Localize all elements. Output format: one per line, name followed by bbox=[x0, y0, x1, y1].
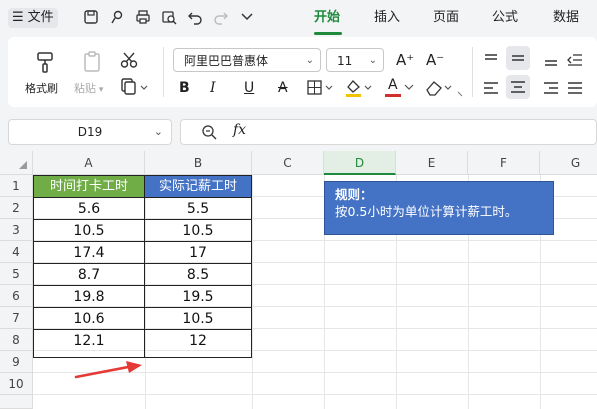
ribbon-divider bbox=[163, 47, 164, 97]
tab-insert[interactable]: 插入 bbox=[374, 10, 400, 26]
table-cell-a[interactable]: 19.8 bbox=[33, 285, 145, 308]
paste-icon[interactable] bbox=[80, 50, 104, 74]
gridline bbox=[252, 175, 253, 409]
format-painter-label[interactable]: 格式刷 bbox=[25, 80, 58, 96]
formula-bar[interactable]: fx bbox=[180, 119, 597, 145]
column-header-a[interactable]: A bbox=[33, 151, 145, 175]
ribbon-divider bbox=[472, 47, 473, 97]
name-box-value: D19 bbox=[77, 125, 103, 139]
column-header-f[interactable]: F bbox=[468, 151, 540, 175]
align-bottom-icon[interactable] bbox=[542, 51, 560, 69]
strikethrough-button[interactable]: A bbox=[278, 79, 288, 97]
zoom-formula-icon[interactable] bbox=[201, 124, 217, 140]
table-cell-a[interactable]: 5.6 bbox=[33, 197, 145, 220]
row-header[interactable]: 8 bbox=[0, 329, 33, 351]
file-menu-button[interactable]: ☰ 文件 bbox=[8, 8, 58, 28]
row-header[interactable]: 9 bbox=[0, 351, 33, 373]
note-text: 按0.5小时为单位计算计薪工时。 bbox=[335, 204, 518, 219]
copy-icon[interactable] bbox=[120, 78, 150, 96]
font-name-dropdown[interactable]: 阿里巴巴普惠体 ⌄ bbox=[173, 48, 321, 72]
borders-icon[interactable] bbox=[306, 79, 336, 97]
save-icon[interactable] bbox=[82, 9, 100, 27]
font-color-swatch bbox=[385, 94, 401, 97]
align-left-icon[interactable] bbox=[482, 79, 500, 97]
tab-home[interactable]: 开始 bbox=[314, 10, 340, 26]
grow-font-button[interactable]: A⁺ bbox=[396, 51, 414, 69]
print-icon[interactable] bbox=[134, 9, 152, 27]
italic-button[interactable]: I bbox=[210, 79, 216, 97]
row-header[interactable]: 10 bbox=[0, 373, 33, 395]
fill-color-icon[interactable] bbox=[344, 78, 374, 98]
chevron-down-icon: ⌄ bbox=[305, 55, 314, 66]
font-name-value: 阿里巴巴普惠体 bbox=[184, 54, 269, 68]
table-cell-b[interactable]: 5.5 bbox=[144, 197, 252, 220]
table-cell-b[interactable]: 8.5 bbox=[144, 263, 252, 286]
chevron-down-icon: ⌄ bbox=[153, 125, 163, 138]
paste-label[interactable]: 粘贴 ▾ bbox=[74, 80, 103, 96]
row-header[interactable]: 6 bbox=[0, 285, 33, 307]
menu-bar: ☰ 文件 开始 插入 页面 公式 数据 bbox=[0, 0, 597, 36]
table-cell-b[interactable]: 10.5 bbox=[144, 307, 252, 330]
font-size-value: 11 bbox=[337, 54, 353, 68]
name-box[interactable]: D19 ⌄ bbox=[8, 119, 172, 145]
tab-data[interactable]: 数据 bbox=[553, 10, 579, 26]
table-cell-a[interactable]: 8.7 bbox=[33, 263, 145, 286]
justify-icon[interactable] bbox=[566, 79, 584, 97]
row-header[interactable]: 7 bbox=[0, 307, 33, 329]
row-header[interactable]: 2 bbox=[0, 197, 33, 219]
select-all-corner[interactable] bbox=[0, 151, 33, 175]
align-center-icon[interactable] bbox=[506, 75, 530, 99]
row-header[interactable]: 1 bbox=[0, 175, 33, 197]
row-header[interactable]: 4 bbox=[0, 241, 33, 263]
format-painter-icon[interactable] bbox=[33, 50, 57, 74]
table-cell-b[interactable]: 12 bbox=[144, 329, 252, 358]
cut-icon[interactable] bbox=[120, 51, 138, 69]
table-cell-a[interactable]: 10.5 bbox=[33, 219, 145, 242]
column-header-g[interactable]: G bbox=[540, 151, 597, 175]
decrease-indent-icon[interactable] bbox=[566, 51, 584, 69]
table-cell-a[interactable]: 17.4 bbox=[33, 241, 145, 264]
table-cell-a[interactable]: 12.1 bbox=[33, 329, 145, 358]
align-middle-icon[interactable] bbox=[506, 46, 530, 70]
quick-access-more-icon[interactable] bbox=[238, 9, 256, 27]
gridline bbox=[33, 394, 597, 395]
table-cell-b[interactable]: 17 bbox=[144, 241, 252, 264]
clear-format-icon[interactable] bbox=[424, 78, 464, 98]
align-top-icon[interactable] bbox=[482, 51, 500, 69]
print-preview-icon[interactable] bbox=[160, 9, 178, 27]
column-header-d[interactable]: D bbox=[324, 151, 396, 175]
underline-button[interactable]: U bbox=[244, 79, 254, 97]
font-color-letter: A bbox=[388, 77, 398, 93]
undo-icon[interactable] bbox=[186, 9, 204, 27]
redo-icon[interactable] bbox=[212, 9, 230, 27]
table-cell-b[interactable]: 19.5 bbox=[144, 285, 252, 308]
note-title: 规则： bbox=[335, 187, 373, 202]
table-cell-a[interactable]: 10.6 bbox=[33, 307, 145, 330]
font-color-button[interactable]: A bbox=[384, 77, 414, 99]
row-header-partial bbox=[0, 395, 33, 409]
hamburger-icon: ☰ bbox=[12, 10, 24, 25]
rule-note-box[interactable]: 规则： 按0.5小时为单位计算计薪工时。 bbox=[324, 181, 554, 235]
table-cell-b[interactable]: 10.5 bbox=[144, 219, 252, 242]
bold-button[interactable]: B bbox=[179, 79, 190, 97]
share-icon[interactable] bbox=[108, 9, 126, 27]
header-cell-a[interactable]: 时间打卡工时 bbox=[33, 175, 145, 198]
column-header-c[interactable]: C bbox=[252, 151, 324, 175]
header-cell-b[interactable]: 实际记薪工时 bbox=[144, 175, 252, 198]
column-header-b[interactable]: B bbox=[145, 151, 252, 175]
align-right-icon[interactable] bbox=[542, 79, 560, 97]
row-header[interactable]: 5 bbox=[0, 263, 33, 285]
tab-formulas[interactable]: 公式 bbox=[492, 10, 518, 26]
red-arrow-icon bbox=[72, 358, 146, 380]
chevron-down-icon: ⌄ bbox=[368, 55, 377, 66]
insert-function-button[interactable]: fx bbox=[233, 122, 246, 138]
tab-page[interactable]: 页面 bbox=[433, 10, 459, 26]
active-tab-indicator bbox=[314, 32, 342, 35]
font-size-dropdown[interactable]: 11 ⌄ bbox=[326, 48, 384, 72]
file-menu-label: 文件 bbox=[27, 10, 54, 25]
shrink-font-button[interactable]: A⁻ bbox=[426, 51, 444, 69]
column-header-e[interactable]: E bbox=[396, 151, 468, 175]
row-header[interactable]: 3 bbox=[0, 219, 33, 241]
